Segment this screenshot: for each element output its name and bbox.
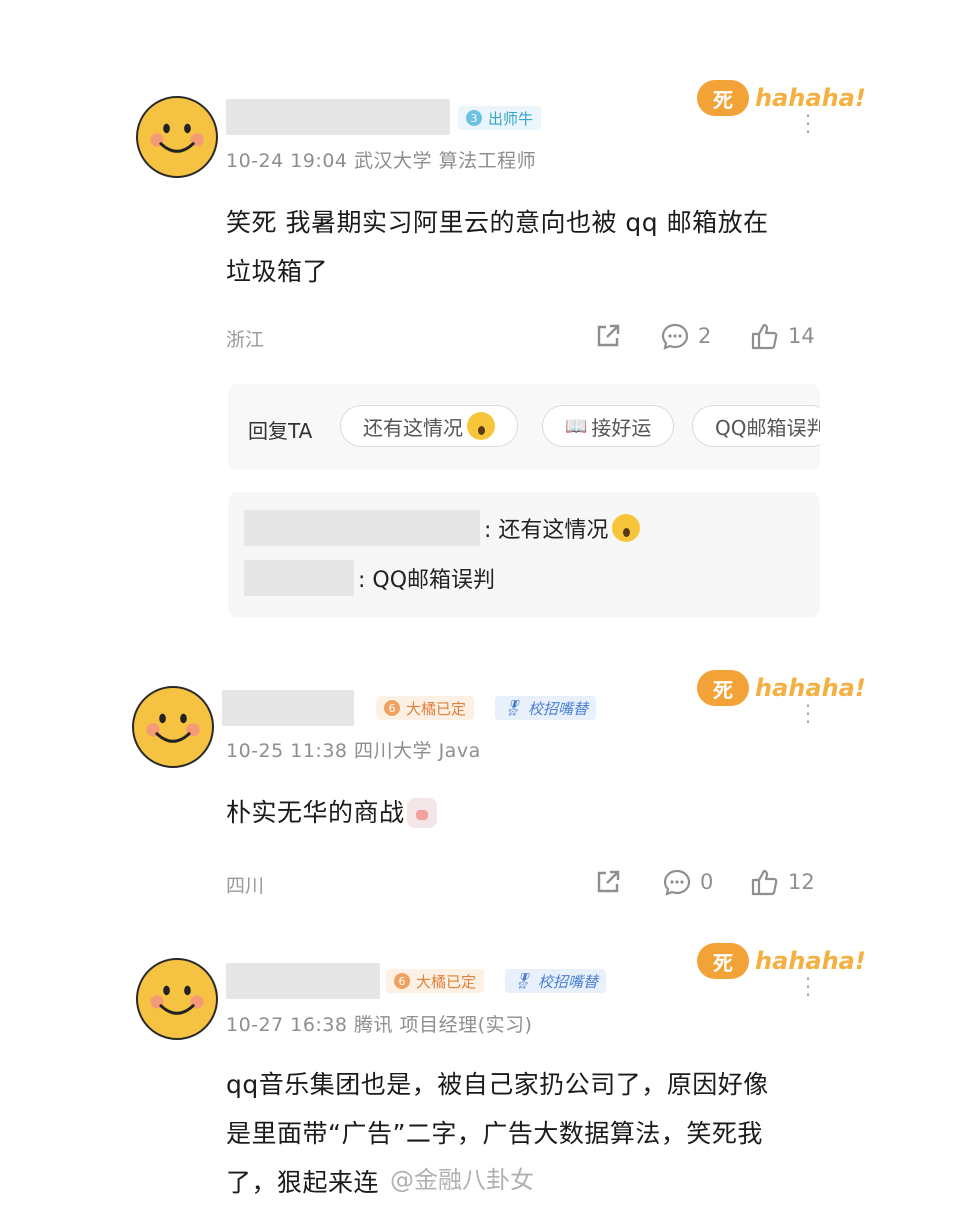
surprised-emoji-icon (467, 412, 495, 440)
level-badge: 3 出师牛 (458, 106, 542, 130)
share-button[interactable] (594, 868, 622, 896)
username-blurred[interactable] (222, 690, 354, 726)
reply-chip-surprised[interactable]: 还有这情况 (340, 405, 518, 447)
avatar[interactable] (136, 958, 218, 1040)
medal-icon: 🎖 (513, 972, 533, 990)
cow-emoji-icon (406, 797, 437, 828)
comment-content: 笑死 我暑期实习阿里云的意向也被 qq 邮箱放在 垃圾箱了 (226, 208, 769, 286)
more-menu-icon[interactable]: · · · (804, 106, 812, 142)
more-menu-icon[interactable]: · · · (804, 969, 812, 1005)
quick-reply-bar: 回复TA 还有这情况 📖 接好运 QQ邮箱误判 (228, 384, 820, 470)
level-badge: 6 大橘已定 (376, 696, 475, 720)
comment-content: 朴实无华的商战 (226, 788, 437, 837)
laugh-sticker-icon: 死 (697, 80, 749, 116)
hahaha-sticker: 死 hahaha! (697, 80, 866, 116)
more-menu-icon[interactable]: · · · (804, 696, 812, 732)
share-icon (597, 870, 620, 893)
smiley-avatar-icon (150, 123, 204, 153)
reply-chip-good-luck[interactable]: 📖 接好运 (542, 405, 675, 447)
thumbs-up-icon (751, 323, 778, 350)
title-badge: 🎖 校招嘴替 (495, 696, 597, 720)
like-button[interactable]: 14 (750, 322, 815, 350)
title-badge: 🎖 校招嘴替 (505, 969, 607, 993)
location-label: 浙江 (226, 329, 265, 351)
location-label: 四川 (226, 875, 265, 897)
sub-replies-box: : 还有这情况 : QQ邮箱误判 (228, 492, 820, 618)
avatar[interactable] (136, 96, 218, 178)
share-button[interactable] (594, 322, 622, 350)
surprised-emoji-icon (612, 514, 641, 542)
sub-reply-1[interactable]: : 还有这情况 (244, 510, 641, 546)
reply-chip-qq-mail[interactable]: QQ邮箱误判 (692, 405, 820, 447)
book-icon: 📖 (565, 415, 588, 437)
username-blurred[interactable] (226, 963, 380, 999)
comment-meta: 10-24 19:04 武汉大学 算法工程师 (226, 150, 537, 172)
reply-label: 回复TA (248, 419, 313, 443)
watermark: @金融八卦女 (390, 1166, 534, 1194)
sub-reply-username-blurred (244, 510, 480, 546)
sub-reply-username-blurred (244, 560, 354, 596)
username-blurred[interactable] (226, 99, 450, 135)
comment-button[interactable]: 2 (660, 322, 711, 350)
comment-bubble-icon (661, 323, 689, 350)
level-badge: 6 大橘已定 (386, 969, 485, 993)
laugh-sticker-icon: 死 (697, 943, 749, 979)
comment-bubble-icon (663, 869, 691, 896)
smiley-avatar-icon (146, 713, 200, 743)
thumbs-up-icon (751, 869, 778, 896)
hahaha-sticker: 死 hahaha! (697, 670, 866, 706)
avatar[interactable] (132, 686, 214, 768)
comment-meta: 10-25 11:38 四川大学 Java (226, 740, 481, 762)
comment-meta: 10-27 16:38 腾讯 项目经理(实习) (226, 1014, 533, 1036)
smiley-avatar-icon (150, 985, 204, 1015)
medal-icon: 🎖 (503, 699, 523, 717)
hahaha-sticker: 死 hahaha! (697, 943, 866, 979)
sub-reply-2[interactable]: : QQ邮箱误判 (244, 560, 495, 596)
like-button[interactable]: 12 (750, 868, 815, 896)
share-icon (597, 324, 620, 347)
comment-button[interactable]: 0 (662, 868, 713, 896)
laugh-sticker-icon: 死 (697, 670, 749, 706)
